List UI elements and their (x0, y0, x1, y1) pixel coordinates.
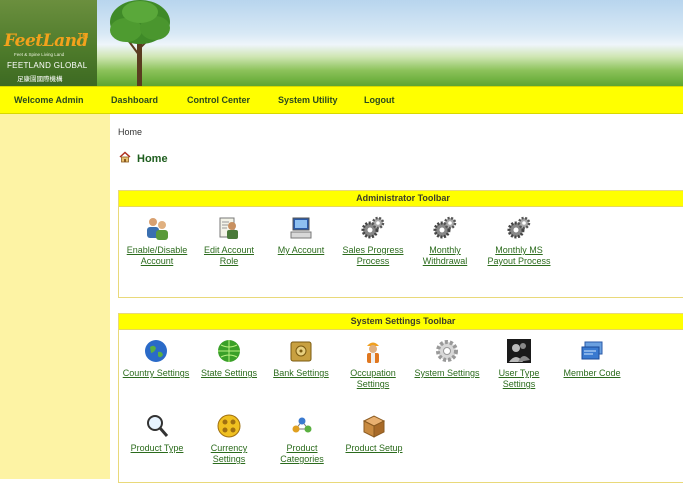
bank-settings-link[interactable]: Bank Settings (263, 338, 339, 379)
currency-icon (217, 414, 241, 438)
worker-icon (367, 342, 379, 363)
tool-label: Member Code (563, 368, 621, 378)
my-account-link[interactable]: My Account (263, 215, 339, 256)
safe-icon (290, 341, 312, 362)
molecule-icon (292, 417, 312, 433)
tree-illustration (110, 0, 170, 86)
tool-label: Sales Progress Process (342, 245, 404, 266)
gear-icon (436, 340, 458, 362)
tool-label: My Account (277, 245, 325, 255)
gears-icon (507, 216, 531, 239)
users-icon (147, 218, 168, 240)
tool-label: Product Type (130, 443, 184, 453)
home-icon (119, 151, 131, 163)
currency-settings-link[interactable]: Currency Settings (191, 413, 267, 465)
product-setup-link[interactable]: Product Setup (336, 413, 412, 454)
gears-icon (361, 216, 385, 239)
nav-dashboard[interactable]: Dashboard (111, 95, 158, 105)
tool-label: State Settings (200, 368, 258, 378)
tool-label: Bank Settings (273, 368, 329, 378)
user-type-settings-link[interactable]: User Type Settings (481, 338, 557, 390)
state-settings-link[interactable]: State Settings (191, 338, 267, 379)
system-settings-toolbar-panel: System Settings Toolbar Country Settings… (118, 313, 683, 483)
member-code-link[interactable]: Member Code (554, 338, 630, 379)
magnifier-icon (147, 415, 169, 437)
globe-icon (145, 340, 167, 362)
monthly-ms-payout-process-link[interactable]: Monthly MS Payout Process (481, 215, 557, 267)
tool-label: Product Categories (280, 443, 324, 464)
tool-label: Monthly Withdrawal (422, 245, 468, 266)
product-type-link[interactable]: Product Type (119, 413, 195, 454)
tool-label: Product Setup (345, 443, 403, 453)
system-settings-toolbar-title: System Settings Toolbar (119, 314, 683, 330)
logo-trademark: TM (78, 33, 89, 40)
nav-system-utility[interactable]: System Utility (278, 95, 338, 105)
tool-label: Country Settings (122, 368, 190, 378)
box-icon (362, 415, 386, 438)
product-categories-link[interactable]: Product Categories (264, 413, 340, 465)
tool-label: Occupation Settings (350, 368, 396, 389)
tool-label: Edit Account Role (203, 245, 255, 266)
company-name: FEETLAND GLOBAL (7, 61, 88, 70)
nav-welcome-admin: Welcome Admin (14, 95, 84, 105)
occupation-settings-link[interactable]: Occupation Settings (335, 338, 411, 390)
tool-label: Enable/Disable Account (126, 245, 188, 266)
logo-tagline: Feet & Spine Living Land (14, 52, 65, 57)
tool-label: System Settings (414, 368, 480, 378)
computer-icon (290, 217, 312, 239)
nav-logout[interactable]: Logout (364, 95, 395, 105)
gears-icon (433, 216, 457, 239)
cards-icon (581, 341, 603, 360)
tool-label: Monthly MS Payout Process (487, 245, 551, 266)
breadcrumb[interactable]: Home (118, 127, 142, 137)
system-settings-link[interactable]: System Settings (409, 338, 485, 379)
globe-green-icon (218, 340, 240, 362)
enable-disable-account-link[interactable]: Enable/Disable Account (119, 215, 195, 267)
monthly-withdrawal-link[interactable]: Monthly Withdrawal (407, 215, 483, 267)
main-nav: Welcome Admin Dashboard Control Center S… (0, 86, 683, 114)
brand-panel: FeetLand TM Feet & Spine Living Land FEE… (0, 0, 97, 86)
page-title: Home (137, 153, 168, 165)
edit-account-role-link[interactable]: Edit Account Role (191, 215, 267, 267)
user-silhouette-icon (507, 339, 531, 363)
admin-toolbar-panel: Administrator Toolbar Enable/Disable Acco… (118, 190, 683, 298)
tool-label: Currency Settings (210, 443, 248, 464)
user-edit-icon (219, 217, 238, 239)
country-settings-link[interactable]: Country Settings (118, 338, 194, 379)
header-banner: FeetLand TM Feet & Spine Living Land FEE… (0, 0, 683, 86)
sales-progress-process-link[interactable]: Sales Progress Process (335, 215, 411, 267)
admin-toolbar-title: Administrator Toolbar (119, 191, 683, 207)
logo: FeetLand (4, 31, 88, 51)
nav-control-center[interactable]: Control Center (187, 95, 250, 105)
company-name-chinese: 足康園國際機構 (17, 76, 63, 83)
sidebar (0, 114, 110, 479)
tool-label: User Type Settings (498, 368, 540, 389)
